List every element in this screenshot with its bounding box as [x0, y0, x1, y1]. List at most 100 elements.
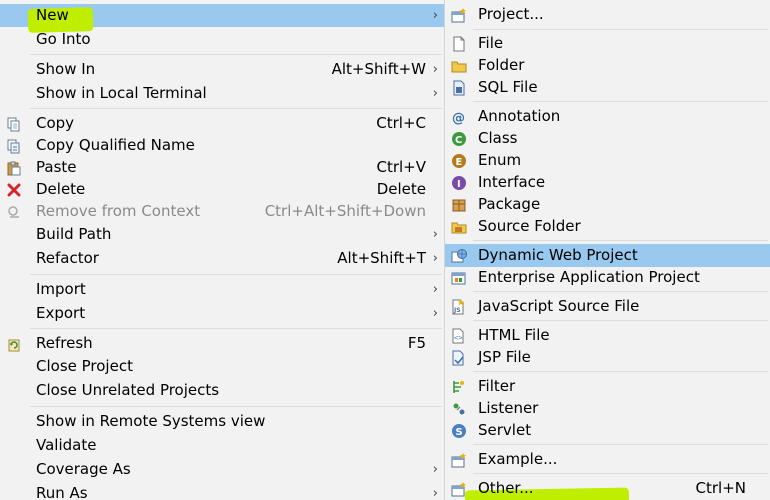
dynamic-web-project-icon	[451, 248, 467, 264]
submenu-item-example[interactable]: Example...	[445, 448, 770, 471]
submenu-item-annotation[interactable]: @ Annotation	[445, 105, 770, 128]
submenu-item-label: Interface	[478, 173, 546, 191]
copy-qualified-name-icon	[6, 138, 22, 154]
menu-item-import[interactable]: Import ›	[0, 278, 444, 301]
submenu-item-label: Dynamic Web Project	[478, 246, 638, 264]
interface-icon: I	[451, 175, 467, 191]
svg-text:<>: <>	[454, 334, 462, 342]
menu-item-validate[interactable]: Validate	[0, 434, 444, 457]
menu-separator	[30, 328, 442, 329]
sql-file-icon	[451, 80, 467, 96]
html-file-icon: <>	[451, 328, 467, 344]
listener-icon	[451, 401, 467, 417]
submenu-item-class[interactable]: C Class	[445, 127, 770, 150]
delete-icon	[6, 182, 22, 198]
submenu-arrow-icon: ›	[432, 8, 438, 23]
submenu-item-project[interactable]: Project...	[445, 3, 770, 26]
submenu-item-servlet[interactable]: S Servlet	[445, 419, 770, 442]
svg-text:E: E	[456, 157, 463, 168]
submenu-item-folder[interactable]: Folder	[445, 54, 770, 77]
svg-text:I: I	[457, 179, 461, 190]
submenu-item-package[interactable]: Package	[445, 193, 770, 216]
menu-item-show-in[interactable]: Show In Alt+Shift+W ›	[0, 58, 444, 81]
menu-item-shortcut: F5	[407, 334, 426, 352]
submenu-item-label: Folder	[478, 56, 525, 74]
menu-item-shortcut: Ctrl+N	[695, 479, 746, 497]
menu-item-refactor[interactable]: Refactor Alt+Shift+T ›	[0, 247, 444, 270]
submenu-item-enterprise-application-project[interactable]: Enterprise Application Project	[445, 266, 770, 289]
refresh-icon	[6, 336, 22, 352]
submenu-item-javascript-source-file[interactable]: JS JavaScript Source File	[445, 295, 770, 318]
submenu-item-interface[interactable]: I Interface	[445, 171, 770, 194]
servlet-icon: S	[451, 423, 467, 439]
menu-item-build-path[interactable]: Build Path ›	[0, 223, 444, 246]
menu-item-close-project[interactable]: Close Project	[0, 355, 444, 378]
submenu-item-label: Package	[478, 195, 541, 213]
submenu-item-filter[interactable]: Filter	[445, 375, 770, 398]
menu-item-copy-qualified-name[interactable]: Copy Qualified Name	[0, 134, 444, 157]
menu-item-go-into[interactable]: Go Into	[0, 28, 444, 51]
menu-item-delete[interactable]: Delete Delete	[0, 178, 444, 201]
menu-separator	[473, 371, 768, 372]
menu-separator	[473, 473, 768, 474]
submenu-item-jsp-file[interactable]: JSP File	[445, 346, 770, 369]
menu-item-label: Refactor	[36, 249, 99, 267]
submenu-item-label: JSP File	[478, 348, 531, 366]
other-icon	[451, 481, 467, 497]
submenu-item-enum[interactable]: E Enum	[445, 149, 770, 172]
menu-item-label: Copy Qualified Name	[36, 136, 195, 154]
menu-item-export[interactable]: Export ›	[0, 302, 444, 325]
submenu-arrow-icon: ›	[432, 282, 438, 297]
menu-item-close-unrelated-projects[interactable]: Close Unrelated Projects	[0, 379, 444, 402]
submenu-item-listener[interactable]: Listener	[445, 397, 770, 420]
menu-separator	[30, 406, 442, 407]
submenu-item-source-folder[interactable]: Source Folder	[445, 215, 770, 238]
submenu-item-label: Filter	[478, 377, 516, 395]
submenu-item-label: Project...	[478, 5, 544, 23]
svg-text:C: C	[455, 135, 462, 146]
submenu-item-dynamic-web-project[interactable]: Dynamic Web Project	[445, 244, 770, 500]
menu-item-label: Close Project	[36, 357, 133, 375]
submenu-item-html-file[interactable]: <> HTML File	[445, 324, 770, 347]
menu-item-remove-from-context: Remove from Context Ctrl+Alt+Shift+Down	[0, 200, 444, 223]
menu-item-paste[interactable]: Paste Ctrl+V	[0, 156, 444, 179]
submenu-arrow-icon: ›	[432, 86, 438, 101]
folder-icon	[451, 58, 467, 74]
menu-item-show-in-local-terminal[interactable]: Show in Local Terminal ›	[0, 82, 444, 105]
menu-separator	[473, 240, 768, 241]
submenu-item-label: Servlet	[478, 421, 532, 439]
menu-item-shortcut: Ctrl+V	[376, 158, 426, 176]
menu-item-label: Export	[36, 304, 86, 322]
jsp-file-icon	[451, 350, 467, 366]
menu-separator	[473, 101, 768, 102]
menu-item-new[interactable]: New ›	[0, 4, 444, 33]
menu-item-coverage-as[interactable]: Coverage As ›	[0, 458, 444, 481]
menu-separator	[30, 54, 442, 55]
file-icon	[451, 36, 467, 52]
annotation-icon: @	[451, 109, 467, 125]
menu-item-show-in-remote-systems-view[interactable]: Show in Remote Systems view	[0, 410, 444, 433]
menu-item-run-as[interactable]: Run As ›	[0, 482, 444, 500]
menu-item-label: Validate	[36, 436, 97, 454]
submenu-item-file[interactable]: File	[445, 32, 770, 55]
javascript-source-file-icon: JS	[451, 299, 467, 315]
submenu-item-label: Class	[478, 129, 518, 147]
submenu-item-other[interactable]: Other... Ctrl+N	[445, 477, 770, 500]
submenu-arrow-icon: ›	[432, 251, 438, 266]
menu-item-label: Run As	[36, 484, 88, 500]
menu-item-copy[interactable]: Copy Ctrl+C	[0, 112, 444, 135]
menu-separator	[30, 108, 442, 109]
menu-item-refresh[interactable]: Refresh F5	[0, 332, 444, 355]
submenu-item-label: Enterprise Application Project	[478, 268, 700, 286]
copy-icon	[6, 116, 22, 132]
menu-item-label: Coverage As	[36, 460, 131, 478]
submenu-item-sql-file[interactable]: SQL File	[445, 76, 770, 99]
svg-text:S: S	[456, 427, 463, 438]
submenu-arrow-icon: ›	[432, 486, 438, 500]
menu-item-label: Show In	[36, 60, 96, 78]
filter-icon	[451, 379, 467, 395]
submenu-item-label: Annotation	[478, 107, 561, 125]
menu-item-label: Close Unrelated Projects	[36, 381, 220, 399]
submenu-arrow-icon: ›	[432, 306, 438, 321]
submenu-item-label: Source Folder	[478, 217, 581, 235]
